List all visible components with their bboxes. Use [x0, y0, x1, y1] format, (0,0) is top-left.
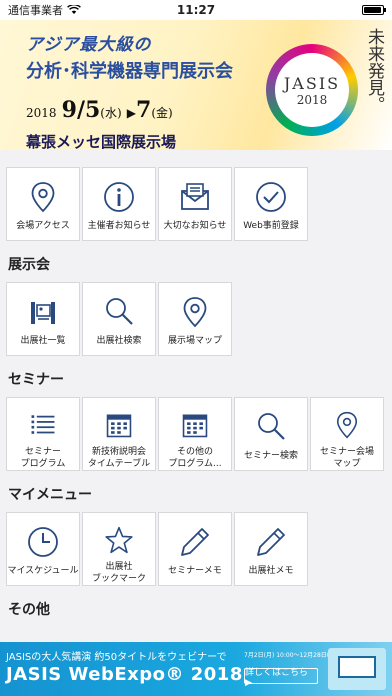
info-icon — [102, 180, 136, 214]
tile-label: セミナー会場マップ — [320, 446, 374, 470]
search-icon — [102, 295, 136, 329]
tile-label: セミナーメモ — [168, 565, 222, 577]
tile-seminar-search[interactable]: セミナー検索 — [234, 397, 308, 471]
my-menu: マイスケジュール 出展社ブックマーク セミナーメモ 出展社メモ — [6, 512, 386, 586]
banner-subtitle: 分析･科学機器専門展示会 — [26, 57, 233, 83]
mail-icon — [178, 180, 212, 214]
tile-seminar-program[interactable]: セミナープログラム — [6, 397, 80, 471]
tile-my-schedule[interactable]: マイスケジュール — [6, 512, 80, 586]
tile-seminar-memo[interactable]: セミナーメモ — [158, 512, 232, 586]
map-pin-icon — [178, 295, 212, 329]
ad-headline: JASISの大人気講演 約50タイトルをウェビナーで — [6, 648, 227, 663]
banner-date: 2018 9/5(水) ▶7(金) — [26, 97, 233, 123]
tile-venue-access[interactable]: 会場アクセス — [6, 167, 80, 241]
jasis-logo: JASIS 2018 — [266, 44, 358, 136]
event-banner[interactable]: アジア最大級の 分析･科学機器専門展示会 2018 9/5(水) ▶7(金) 幕… — [0, 20, 392, 150]
seminar-menu: セミナープログラム 新技術説明会タイムテーブル その他のプログラム... セミナ… — [6, 397, 386, 471]
tile-label: 出展社一覧 — [20, 335, 65, 347]
tile-label: 出展社メモ — [248, 565, 293, 577]
banner-venue: 幕張メッセ国際展示場 — [26, 131, 233, 150]
tile-web-registration[interactable]: Web事前登録 — [234, 167, 308, 241]
ad-illustration — [328, 648, 386, 690]
tile-other-programs[interactable]: その他のプログラム... — [158, 397, 232, 471]
section-title-other: その他 — [8, 599, 384, 619]
webexpo-ad-banner[interactable]: JASISの大人気講演 約50タイトルをウェビナーで JASIS WebExpo… — [0, 642, 392, 696]
tile-label: 新技術説明会タイムテーブル — [88, 446, 150, 470]
section-title-my-menu: マイメニュー — [8, 484, 384, 504]
calendar-icon — [178, 410, 212, 440]
tile-label: 会場アクセス — [16, 220, 70, 232]
tile-organizer-news[interactable]: 主催者お知らせ — [82, 167, 156, 241]
tile-label: セミナープログラム — [21, 446, 66, 470]
top-menu: 会場アクセス 主催者お知らせ 大切なお知らせ Web事前登録 — [6, 167, 386, 241]
calendar-icon — [102, 410, 136, 440]
exhibition-menu: 出展社一覧 出展社検索 展示場マップ — [6, 282, 386, 356]
tile-important-news[interactable]: 大切なお知らせ — [158, 167, 232, 241]
tile-label: 主催者お知らせ — [88, 220, 151, 232]
section-title-seminar: セミナー — [8, 369, 384, 389]
tile-exhibitor-memo[interactable]: 出展社メモ — [234, 512, 308, 586]
battery-icon — [362, 5, 384, 15]
section-title-exhibition: 展示会 — [8, 254, 384, 274]
tile-new-tech-timetable[interactable]: 新技術説明会タイムテーブル — [82, 397, 156, 471]
check-circle-icon — [254, 180, 288, 214]
carrier-label: 通信事業者 — [8, 2, 63, 18]
list-icon — [26, 410, 60, 440]
pencil-icon — [178, 525, 212, 559]
tile-label: 出展社ブックマーク — [92, 561, 146, 585]
tile-exhibitor-bookmark[interactable]: 出展社ブックマーク — [82, 512, 156, 586]
tile-label: セミナー検索 — [244, 450, 298, 462]
clock-icon — [26, 525, 60, 559]
wifi-icon — [67, 5, 81, 15]
status-bar: 通信事業者 11:27 — [0, 0, 392, 20]
tile-label: マイスケジュール — [7, 565, 78, 577]
tile-label: 展示場マップ — [168, 335, 222, 347]
tile-seminar-venue-map[interactable]: セミナー会場マップ — [310, 397, 384, 471]
tile-label: 出展社検索 — [96, 335, 141, 347]
tile-exhibitor-list[interactable]: 出展社一覧 — [6, 282, 80, 356]
banner-catchphrase: 未来発見。 — [364, 28, 384, 113]
tile-venue-map[interactable]: 展示場マップ — [158, 282, 232, 356]
tile-label: その他のプログラム... — [168, 446, 221, 470]
banner-tagline: アジア最大級の — [26, 30, 233, 55]
pencil-icon — [254, 525, 288, 559]
tile-exhibitor-search[interactable]: 出展社検索 — [82, 282, 156, 356]
tile-label: Web事前登録 — [243, 220, 299, 232]
ad-title: JASIS WebExpo® 2018 — [6, 664, 243, 685]
booth-icon — [26, 295, 60, 329]
map-pin-icon — [26, 180, 60, 214]
star-icon — [102, 525, 136, 555]
map-pin-icon — [330, 410, 364, 440]
search-icon — [254, 410, 288, 444]
ad-details-button[interactable]: 詳しくはこちら ▶ — [244, 668, 318, 684]
tile-label: 大切なお知らせ — [164, 220, 227, 232]
